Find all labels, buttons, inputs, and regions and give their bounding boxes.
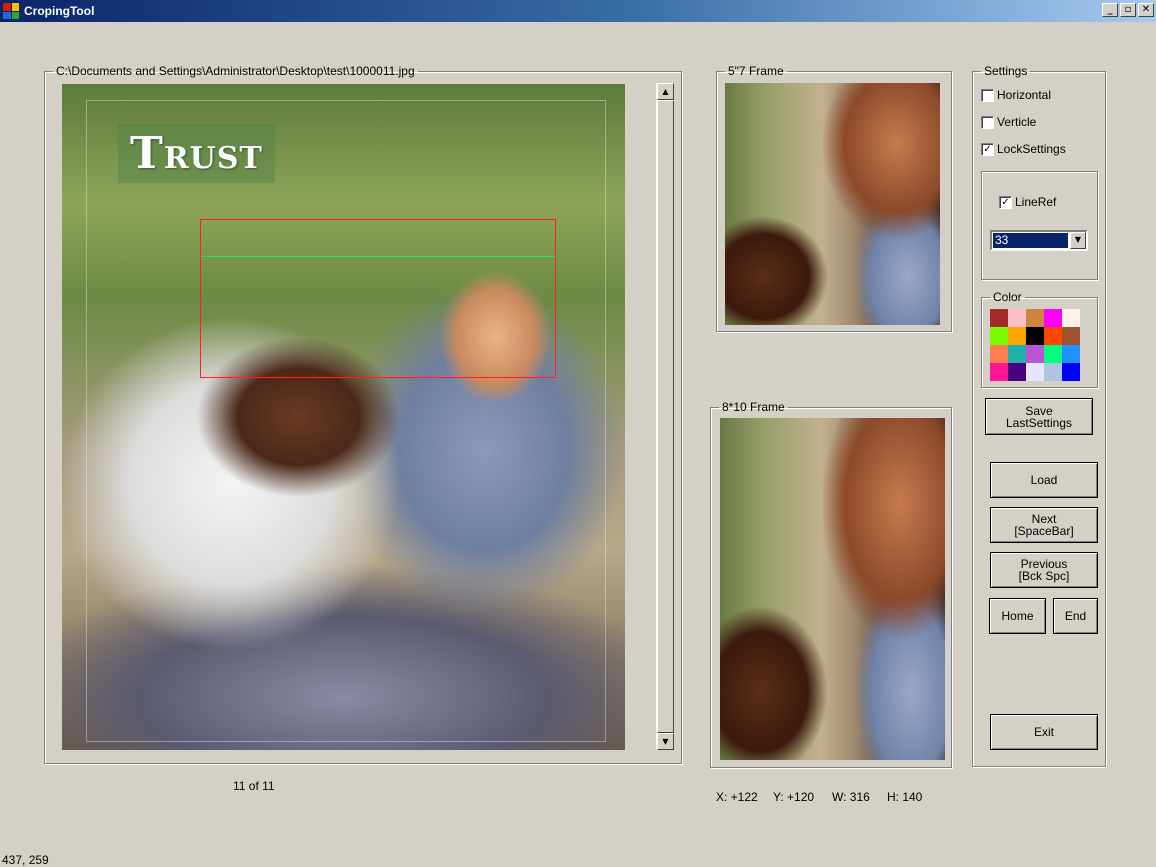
lock-settings-checkbox[interactable]: ✓ [981, 142, 994, 156]
image-scrollbar[interactable]: ▲ ▼ [656, 83, 674, 750]
lineref-option[interactable]: ✓ LineRef [999, 195, 1056, 209]
main-photo[interactable]: TRUST [62, 84, 625, 750]
next-button-line2: [SpaceBar] [1014, 524, 1074, 538]
scroll-up-icon[interactable]: ▲ [657, 83, 674, 100]
preview-8x10 [720, 418, 945, 760]
lineref-label: LineRef [1015, 195, 1057, 209]
lineref-value: 33 [993, 233, 1068, 248]
color-palette[interactable] [990, 309, 1080, 381]
trust-logo: TRUST [118, 124, 275, 183]
lock-settings-option[interactable]: ✓ LockSettings [981, 142, 1066, 156]
color-swatch[interactable] [1008, 327, 1026, 345]
color-swatch[interactable] [1062, 309, 1080, 327]
crop-rectangle[interactable] [200, 219, 556, 378]
color-swatch[interactable] [1062, 345, 1080, 363]
verticle-label: Verticle [997, 115, 1037, 129]
save-last-settings-button[interactable]: Save LastSettings [985, 398, 1093, 435]
horizontal-option[interactable]: Horizontal [981, 88, 1051, 102]
color-swatch[interactable] [1008, 309, 1026, 327]
restore-button[interactable]: ▫ [1120, 3, 1136, 17]
save-button-line2: LastSettings [1005, 415, 1073, 430]
mouse-coordinates: 437, 259 [2, 853, 49, 867]
color-swatch[interactable] [1026, 363, 1044, 381]
minimize-button[interactable]: _ [1102, 3, 1118, 17]
color-swatch[interactable] [1062, 327, 1080, 345]
end-button[interactable]: End [1053, 598, 1098, 634]
color-swatch[interactable] [1026, 309, 1044, 327]
next-button[interactable]: Next [SpaceBar] [990, 507, 1098, 543]
reference-line [201, 256, 555, 257]
color-swatch[interactable] [990, 363, 1008, 381]
horizontal-label: Horizontal [997, 88, 1052, 102]
color-swatch[interactable] [1044, 327, 1062, 345]
color-swatch[interactable] [1044, 345, 1062, 363]
verticle-option[interactable]: Verticle [981, 115, 1036, 129]
crop-y: Y: +120 [773, 790, 815, 804]
previous-button[interactable]: Previous [Bck Spc] [990, 552, 1098, 588]
verticle-checkbox[interactable] [981, 115, 994, 129]
color-swatch[interactable] [1062, 363, 1080, 381]
color-swatch[interactable] [1044, 363, 1062, 381]
scroll-down-icon[interactable]: ▼ [657, 733, 674, 750]
lineref-select[interactable]: 33 ▼ [990, 230, 1088, 251]
lock-settings-label: LockSettings [997, 142, 1066, 156]
image-path: C:\Documents and Settings\Administrator\… [56, 64, 415, 78]
color-swatch[interactable] [1044, 309, 1062, 327]
color-swatch[interactable] [990, 345, 1008, 363]
app-icon [3, 3, 19, 19]
color-swatch[interactable] [1026, 327, 1044, 345]
color-swatch[interactable] [1008, 345, 1026, 363]
scroll-thumb[interactable] [657, 100, 674, 733]
color-swatch[interactable] [1026, 345, 1044, 363]
preview-5x7 [725, 83, 940, 325]
title-bar: CropingTool _ ▫ ✕ [0, 0, 1156, 22]
load-button[interactable]: Load [990, 462, 1098, 498]
chevron-down-icon[interactable]: ▼ [1070, 232, 1086, 249]
color-title: Color [993, 290, 1022, 304]
previous-button-line2: [Bck Spc] [1018, 569, 1070, 583]
exit-button[interactable]: Exit [990, 714, 1098, 750]
frame-8x10-title: 8*10 Frame [722, 400, 785, 414]
crop-x: X: +122 [716, 790, 758, 804]
image-counter: 11 of 11 [233, 779, 275, 793]
close-button[interactable]: ✕ [1138, 3, 1154, 17]
lineref-panel [981, 171, 1098, 280]
save-button-line1: Save [1025, 403, 1053, 418]
lineref-checkbox[interactable]: ✓ [999, 195, 1012, 209]
crop-height: H: 140 [887, 790, 923, 804]
color-swatch[interactable] [1008, 363, 1026, 381]
horizontal-checkbox[interactable] [981, 88, 994, 102]
color-swatch[interactable] [990, 309, 1008, 327]
window-title: CropingTool [24, 4, 95, 18]
guide-frame [86, 100, 606, 742]
frame-5x7-title: 5"7 Frame [728, 64, 784, 78]
color-swatch[interactable] [990, 327, 1008, 345]
settings-title: Settings [984, 64, 1028, 78]
home-button[interactable]: Home [989, 598, 1046, 634]
crop-width: W: 316 [832, 790, 870, 804]
